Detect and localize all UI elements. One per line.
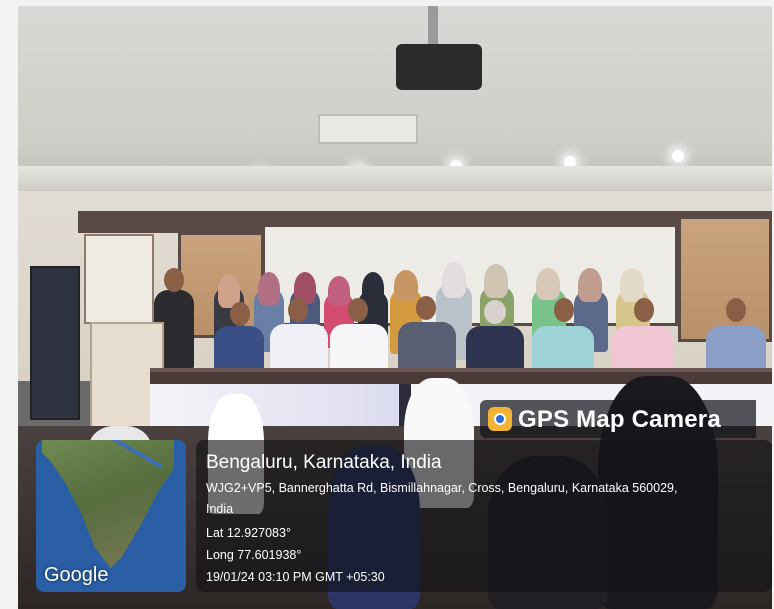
seated-person xyxy=(612,326,674,372)
projector-mount xyxy=(428,6,438,46)
address-line-country: India xyxy=(206,502,234,516)
seated-person xyxy=(214,326,264,372)
ceiling-light-panel xyxy=(318,114,418,144)
map-land xyxy=(42,440,174,568)
person-head xyxy=(554,298,574,322)
person-headscarf xyxy=(484,264,508,298)
person-head xyxy=(230,302,250,326)
person-head xyxy=(634,298,654,322)
gps-app-title: GPS Map Camera xyxy=(518,406,721,433)
longitude-text: Long 77.601938° xyxy=(206,548,302,562)
google-logo: Google xyxy=(44,564,109,586)
person-headscarf xyxy=(442,262,466,298)
person-headscarf xyxy=(394,270,418,302)
seated-person xyxy=(330,324,388,372)
seated-person xyxy=(398,322,456,372)
wood-panel xyxy=(678,216,772,342)
seated-person xyxy=(270,324,328,372)
place-title: Bengaluru, Karnataka, India xyxy=(206,452,442,473)
person-head xyxy=(164,268,184,292)
datetime-text: 19/01/24 03:10 PM GMT +05:30 xyxy=(206,570,385,584)
seated-person xyxy=(532,326,594,372)
person-head xyxy=(348,298,368,322)
person-headscarf xyxy=(536,268,560,300)
person-head xyxy=(416,296,436,320)
person-head xyxy=(288,298,308,322)
person-headscarf xyxy=(362,272,384,304)
person-head xyxy=(726,298,746,322)
person-head xyxy=(484,300,506,324)
person-headscarf xyxy=(578,268,602,302)
person-headscarf xyxy=(258,272,280,306)
ceiling-light xyxy=(672,150,684,162)
latitude-text: Lat 12.927083° xyxy=(206,526,291,540)
logo-board xyxy=(84,234,154,324)
seated-person xyxy=(706,326,766,372)
gps-map-camera-icon xyxy=(488,407,512,431)
address-line: WJG2+VP5, Bannerghatta Rd, Bismillahnaga… xyxy=(206,481,678,495)
person-headscarf xyxy=(620,268,644,302)
seated-person xyxy=(466,326,524,372)
person-headscarf xyxy=(328,276,350,306)
projector xyxy=(396,44,482,90)
door xyxy=(30,266,80,420)
